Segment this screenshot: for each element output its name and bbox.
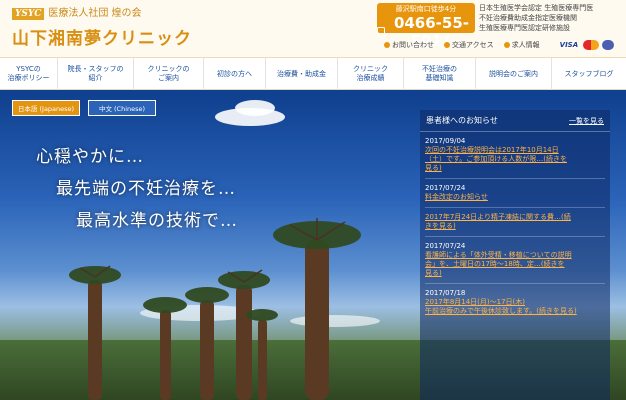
news-text-line: 会」を、土曜日の17時～18時、定…(続きを (425, 260, 565, 268)
access-link[interactable]: 交通アクセス (444, 40, 494, 50)
nav-label: クリニックの (147, 65, 190, 73)
news-title: 患者様へのお知らせ (426, 116, 498, 125)
hero-banner: 日本語 (Japanese) 中文 (Chinese) 心穏やかに… 最先端の不… (0, 90, 626, 400)
nav-label: 治療ポリシー (7, 74, 50, 82)
nav-label: YSYCの (16, 65, 41, 73)
news-link[interactable]: 2017年7月24日より精子凍結に関する費…(続 きを見る) (425, 213, 605, 231)
news-item: 2017/07/24 料金改定のお知らせ (425, 179, 605, 208)
nav-staff-blog[interactable]: スタッフブログ (552, 58, 626, 90)
view-all-news-link[interactable]: 一覧を見る (569, 116, 604, 126)
mastercard-icon (582, 40, 599, 50)
news-date: 2017/07/24 (425, 184, 466, 192)
nav-first-visit[interactable]: 初診の方へ (204, 58, 266, 90)
clinic-logo[interactable]: YSYC 医療法人社団 煌の会 山下湘南夢クリニック (12, 8, 192, 49)
news-text-line: 料金改定のお知らせ (425, 193, 488, 201)
contact-link[interactable]: お問い合わせ (384, 40, 434, 50)
news-text-line: 2017年8月14日(月)～17日(木) (425, 298, 526, 306)
main-nav: YSYCの 治療ポリシー 院長・スタッフの 紹介 クリニックの ご案内 初診の方へ 治… (0, 58, 626, 90)
nav-fees[interactable]: 治療費・助成金 (266, 58, 338, 90)
nav-label: 説明会のご案内 (489, 69, 538, 78)
nav-basics[interactable]: 不妊治療の 基礎知識 (404, 58, 476, 90)
news-item: 2017/09/04 次回の不妊治療説明会は2017年10月14日 （土）です。… (425, 132, 605, 179)
news-text-line: （土）です。ご参加頂ける人数が限…(続きを (425, 155, 568, 163)
contact-label: お問い合わせ (392, 41, 434, 49)
nav-label: 院長・スタッフの (67, 65, 124, 73)
news-panel: 患者様へのお知らせ 一覧を見る 2017/09/04 次回の不妊治療説明会は20… (420, 110, 610, 400)
nav-treatment-policy[interactable]: YSYCの 治療ポリシー (0, 58, 58, 90)
visa-card-icon: VISA (559, 41, 579, 49)
nav-clinic-guide[interactable]: クリニックの ご案内 (134, 58, 204, 90)
mail-icon (384, 42, 390, 48)
tagline-line-2: 最先端の不妊治療を… (56, 179, 236, 199)
news-link[interactable]: 2017年8月14日(月)～17日(木) 午前治療のみで午後休診致します。(続き… (425, 298, 605, 316)
ysyc-badge: YSYC (12, 8, 45, 20)
accreditations: 日本生殖医学会認定 生殖医療専門医 不妊治療費助成金指定医療機関 生殖医療専門医… (479, 3, 593, 33)
accreditation-line: 日本生殖医学会認定 生殖医療専門医 (479, 4, 594, 12)
nav-label: 治療費・助成金 (277, 69, 326, 78)
phone-box[interactable]: 藤沢駅南口徒歩4分 0466-55-5011 (377, 3, 475, 50)
nav-results[interactable]: クリニック 治療成績 (338, 58, 404, 90)
accreditation-line: 不妊治療費助成金指定医療機関 (479, 14, 577, 22)
news-link[interactable]: 次回の不妊治療説明会は2017年10月14日 （土）です。ご参加頂ける人数が限…… (425, 146, 605, 173)
nav-seminar[interactable]: 説明会のご案内 (476, 58, 552, 90)
map-icon (444, 42, 450, 48)
tagline-line-1: 心穏やかに… (36, 147, 144, 167)
news-text-line: 見る) (425, 164, 442, 172)
phone-caption: 藤沢駅南口徒歩4分 (395, 5, 457, 13)
news-link[interactable]: 料金改定のお知らせ (425, 193, 605, 202)
access-label: 交通アクセス (452, 41, 494, 49)
tagline-line-3: 最高水準の技術で… (76, 211, 238, 231)
news-date: 2017/07/24 (425, 242, 466, 250)
jcb-card-icon (601, 40, 614, 50)
clinic-name: 山下湘南夢クリニック (12, 29, 192, 49)
chinese-language-button[interactable]: 中文 (Chinese) (88, 100, 156, 116)
news-text-line: きを見る) (425, 222, 456, 230)
news-item: 2017/07/24 看護師による「体外受精・移植についての説明 会」を、土曜日… (425, 237, 605, 284)
phone-icon (377, 27, 385, 37)
news-text-line: 見る) (425, 269, 442, 277)
nav-label: ご案内 (158, 74, 179, 82)
accreditation-line: 生殖医療専門医認定研修施設 (479, 24, 570, 32)
news-text-line: 次回の不妊治療説明会は2017年10月14日 (425, 146, 559, 154)
site-header: YSYC 医療法人社団 煌の会 山下湘南夢クリニック 藤沢駅南口徒歩4分 046… (0, 0, 626, 58)
payment-cards: VISA (558, 40, 614, 50)
recruit-link[interactable]: 求人情報 (503, 40, 540, 50)
nav-staff[interactable]: 院長・スタッフの 紹介 (58, 58, 134, 90)
nav-label: スタッフブログ (564, 69, 614, 78)
nav-label: 初診の方へ (217, 69, 252, 78)
nav-label: 紹介 (88, 74, 103, 82)
nav-label: 治療成績 (356, 74, 385, 82)
nav-label: 不妊治療の (422, 65, 457, 73)
cloud (235, 100, 275, 116)
news-text-line: 2017年7月24日より精子凍結に関する費…(続 (425, 213, 571, 221)
news-text-line: 午前治療のみで午後休診致します。(続きを見る) (425, 307, 577, 315)
nav-label: 基礎知識 (425, 74, 454, 82)
news-text-line: 看護師による「体外受精・移植についての説明 (425, 251, 572, 259)
news-date: 2017/07/18 (425, 289, 466, 297)
news-item: 2017年7月24日より精子凍結に関する費…(続 きを見る) (425, 208, 605, 237)
utility-links: お問い合わせ 交通アクセス 求人情報 VISA (384, 40, 614, 50)
person-icon (503, 42, 510, 48)
news-item: 2017/07/18 2017年8月14日(月)～17日(木) 午前治療のみで午… (425, 284, 605, 321)
corporation-name: 医療法人社団 煌の会 (48, 8, 142, 19)
news-link[interactable]: 看護師による「体外受精・移植についての説明 会」を、土曜日の17時～18時、定…… (425, 251, 605, 278)
news-date: 2017/09/04 (425, 137, 466, 145)
recruit-label: 求人情報 (511, 41, 540, 49)
japanese-language-button[interactable]: 日本語 (Japanese) (12, 100, 80, 116)
nav-label: クリニック (353, 65, 388, 73)
